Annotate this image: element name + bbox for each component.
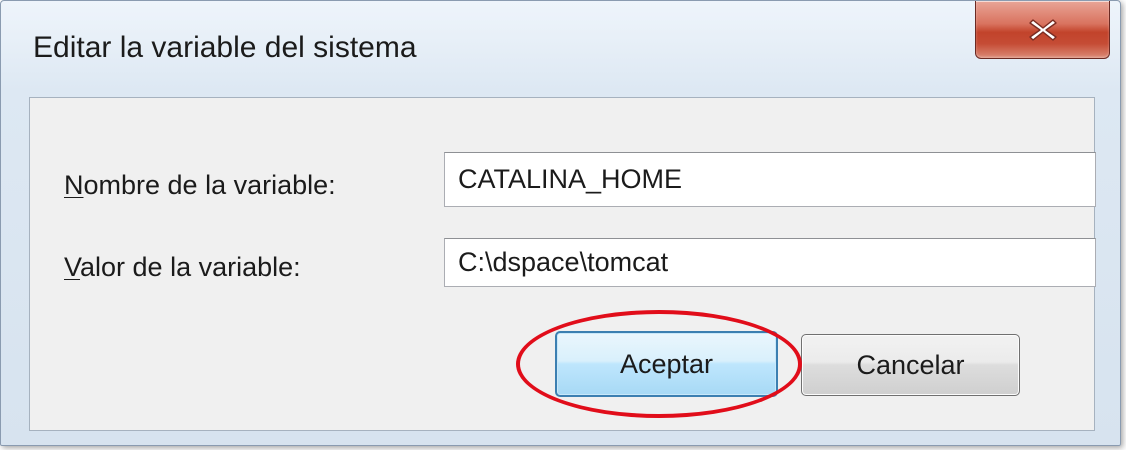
variable-value-label: Valor de la variable: xyxy=(64,252,301,283)
variable-name-accelerator: N xyxy=(64,170,84,200)
variable-name-label-text: ombre de la variable: xyxy=(83,170,336,200)
variable-name-label: Nombre de la variable: xyxy=(64,170,336,201)
dialog-client-area: Nombre de la variable: Valor de la varia… xyxy=(29,97,1096,431)
close-button[interactable] xyxy=(975,1,1110,59)
variable-value-input[interactable] xyxy=(444,238,1096,287)
dialog-window: Editar la variable del sistema Nombre de… xyxy=(0,0,1121,446)
title-bar[interactable]: Editar la variable del sistema xyxy=(1,1,1120,91)
accept-button[interactable]: Aceptar xyxy=(555,331,778,397)
variable-value-accelerator: V xyxy=(64,252,81,282)
variable-name-input[interactable] xyxy=(444,152,1096,207)
variable-value-label-text: alor de la variable: xyxy=(80,252,301,282)
screenshot: Editar la variable del sistema Nombre de… xyxy=(0,0,1126,450)
cancel-button[interactable]: Cancelar xyxy=(801,334,1020,396)
dialog-title: Editar la variable del sistema xyxy=(33,31,417,64)
close-icon xyxy=(1028,18,1057,41)
